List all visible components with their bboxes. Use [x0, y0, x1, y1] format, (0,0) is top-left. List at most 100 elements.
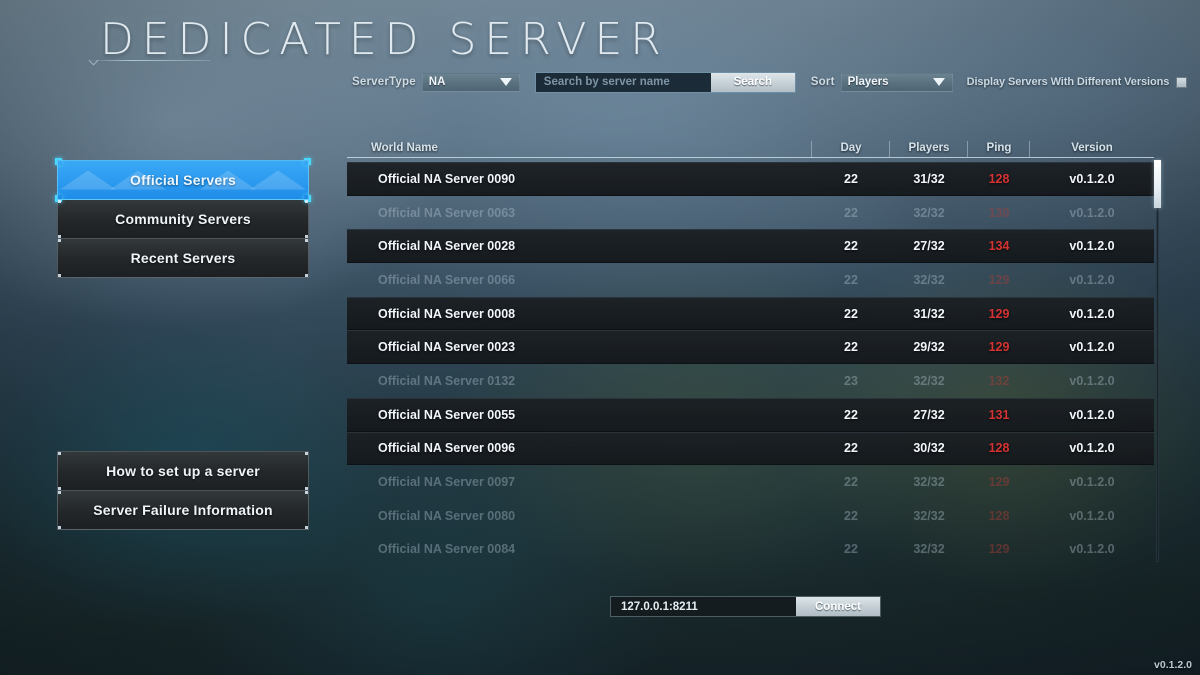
build-version-label: v0.1.2.0 [1154, 659, 1192, 671]
help-item-label: Server Failure Information [93, 502, 273, 518]
server-ping-cell: 129 [988, 475, 1010, 490]
sidebar-item-label: Community Servers [115, 211, 251, 227]
page-title: DEDICATED SERVER [100, 14, 669, 65]
help-item-label: How to set up a server [106, 463, 260, 479]
server-day-cell: 22 [844, 171, 858, 186]
corner-dot-icon [305, 239, 308, 242]
different-versions-toggle[interactable]: Display Servers With Different Versions [967, 76, 1188, 88]
server-version-cell: v0.1.2.0 [1069, 306, 1115, 321]
corner-dot-icon [58, 200, 61, 203]
server-version-cell: v0.1.2.0 [1069, 205, 1115, 220]
server-players-cell: 32/32 [913, 508, 945, 523]
selection-corner-icon [55, 158, 62, 165]
server-name-cell: Official NA Server 0055 [378, 407, 516, 422]
server-ping-cell: 134 [988, 239, 1010, 254]
server-version-cell: v0.1.2.0 [1069, 407, 1115, 422]
sort-dropdown[interactable]: Players [840, 72, 953, 92]
server-day-cell: 22 [844, 441, 858, 456]
server-players-cell: 29/32 [913, 340, 945, 355]
server-day-cell: 22 [844, 306, 858, 321]
table-row[interactable]: Official NA Server 0066 22 32/32 129 v0.1.2.… [347, 263, 1154, 297]
corner-dot-icon [305, 526, 308, 529]
server-ping-cell: 129 [988, 272, 1010, 287]
filter-toolbar: ServerType NA Search Sort Players Displa… [352, 71, 1188, 93]
corner-dot-icon [305, 487, 308, 490]
column-header-world-name[interactable]: World Name [347, 142, 812, 158]
connect-address-input[interactable] [611, 597, 796, 616]
server-day-cell: 23 [844, 373, 858, 388]
server-day-cell: 22 [844, 340, 858, 355]
corner-dot-icon [58, 491, 61, 494]
sort-label: Sort [810, 76, 835, 88]
table-row[interactable]: Official NA Server 0055 22 27/32 131 v0.1.2.… [347, 397, 1154, 432]
server-name-cell: Official NA Server 0132 [378, 373, 516, 388]
server-type-value: NA [428, 76, 446, 88]
server-version-cell: v0.1.2.0 [1069, 542, 1115, 557]
how-to-set-up-a-server-button[interactable]: How to set up a server [57, 451, 309, 491]
server-players-cell: 27/32 [913, 407, 945, 422]
sidebar-item-official-servers[interactable]: Official Servers [55, 158, 311, 202]
chevron-down-icon [499, 78, 512, 86]
server-name-cell: Official NA Server 0028 [378, 239, 516, 254]
server-name-cell: Official NA Server 0084 [378, 542, 516, 557]
corner-dot-icon [58, 235, 61, 238]
table-row[interactable]: Official NA Server 0132 23 32/32 132 v0.1.2.… [347, 364, 1154, 398]
server-ping-cell: 132 [988, 373, 1010, 388]
server-name-cell: Official NA Server 0023 [378, 340, 516, 355]
corner-dot-icon [58, 239, 61, 242]
server-version-cell: v0.1.2.0 [1069, 441, 1115, 456]
server-version-cell: v0.1.2.0 [1069, 239, 1115, 254]
table-row[interactable]: Official NA Server 0063 22 32/32 130 v0.1.2.… [347, 196, 1154, 230]
corner-dot-icon [305, 200, 308, 203]
server-type-dropdown[interactable]: NA [421, 72, 520, 92]
table-body: Official NA Server 0090 22 31/32 128 v0.1.2.… [347, 162, 1154, 562]
server-list-table: World Name Day Players Ping Version Offi… [347, 134, 1154, 562]
corner-dot-icon [305, 491, 308, 494]
table-row[interactable]: Official NA Server 0090 22 31/32 128 v0.1.2.… [347, 162, 1154, 196]
corner-dot-icon [58, 487, 61, 490]
server-failure-information-button[interactable]: Server Failure Information [57, 490, 309, 530]
corner-dot-icon [58, 452, 61, 455]
dedicated-server-screen: DEDICATED SERVER ServerType NA Search So… [0, 0, 1200, 675]
server-list-scrollbar[interactable] [1154, 160, 1161, 562]
server-players-cell: 31/32 [913, 306, 945, 321]
column-header-day[interactable]: Day [811, 141, 890, 158]
server-ping-cell: 130 [988, 205, 1010, 220]
server-players-cell: 30/32 [913, 441, 945, 456]
column-header-version[interactable]: Version [1029, 141, 1154, 158]
column-header-players[interactable]: Players [889, 141, 968, 158]
server-name-cell: Official NA Server 0008 [378, 306, 516, 321]
search-button[interactable]: Search [710, 72, 795, 92]
table-row[interactable]: Official NA Server 0028 22 27/32 134 v0.1.2.… [347, 229, 1154, 264]
direct-connect-bar: Connect [611, 597, 880, 616]
server-ping-cell: 128 [988, 441, 1010, 456]
server-version-cell: v0.1.2.0 [1069, 475, 1115, 490]
column-header-ping[interactable]: Ping [967, 141, 1030, 158]
server-players-cell: 32/32 [913, 373, 945, 388]
connect-button[interactable]: Connect [796, 597, 880, 616]
search-input[interactable] [535, 72, 711, 92]
scrollbar-thumb[interactable] [1154, 160, 1161, 208]
sidebar-item-community-servers[interactable]: Community Servers [57, 199, 309, 239]
server-players-cell: 32/32 [913, 272, 945, 287]
scrollbar-track[interactable] [1156, 160, 1159, 562]
server-players-cell: 32/32 [913, 205, 945, 220]
table-row[interactable]: Official NA Server 0023 22 29/32 129 v0.1.2.… [347, 330, 1154, 365]
different-versions-label: Display Servers With Different Versions [966, 76, 1170, 88]
table-row[interactable]: Official NA Server 0097 22 32/32 129 v0.1.2.… [347, 465, 1154, 499]
sidebar-item-recent-servers[interactable]: Recent Servers [57, 238, 309, 278]
sidebar-item-label: Recent Servers [130, 250, 236, 266]
sort-value: Players [847, 76, 889, 88]
server-ping-cell: 128 [988, 171, 1010, 186]
server-version-cell: v0.1.2.0 [1069, 272, 1115, 287]
table-row[interactable]: Official NA Server 0084 22 32/32 129 v0.1.2.… [347, 533, 1154, 562]
table-row[interactable]: Official NA Server 0008 22 31/32 129 v0.1.2.… [347, 296, 1154, 331]
table-row[interactable]: Official NA Server 0080 22 32/32 128 v0.1.2.… [347, 499, 1154, 533]
table-header-row: World Name Day Players Ping Version [347, 134, 1154, 158]
server-name-cell: Official NA Server 0066 [378, 272, 516, 287]
checkbox-icon[interactable] [1176, 76, 1188, 88]
table-row[interactable]: Official NA Server 0096 22 30/32 128 v0.1.2.… [347, 431, 1154, 466]
server-players-cell: 32/32 [913, 542, 945, 557]
server-name-cell: Official NA Server 0096 [378, 441, 516, 456]
corner-dot-icon [58, 526, 61, 529]
